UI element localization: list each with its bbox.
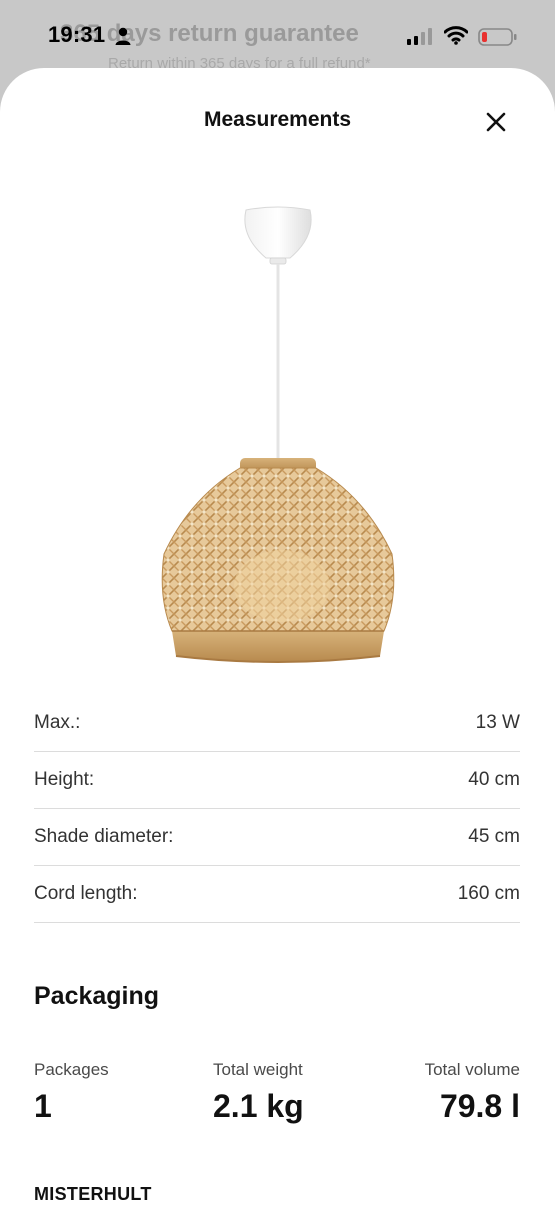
packages-label: Packages [34, 1060, 109, 1079]
spec-value: 40 cm [468, 769, 520, 790]
packages-count: Packages 1 [34, 1060, 109, 1125]
total-volume: Total volume 79.8 l [425, 1060, 520, 1125]
wifi-icon [444, 26, 468, 45]
spec-label: Height: [34, 769, 95, 790]
total-weight: Total weight 2.1 kg [213, 1060, 304, 1125]
spec-label: Cord length: [34, 883, 138, 904]
total-volume-label: Total volume [424, 1060, 520, 1079]
spec-row-cord-length: Cord length: 160 cm [34, 866, 520, 923]
spec-label: Shade diameter: [34, 826, 174, 847]
measurements-sheet: Measurements Max.: 13 W Height: 40 cm Sh… [0, 68, 555, 1208]
sheet-title: Measurements [203, 108, 352, 131]
spec-row-height: Height: 40 cm [34, 752, 520, 809]
spec-value: 45 cm [468, 826, 520, 847]
close-button[interactable] [478, 106, 514, 138]
person-icon [115, 27, 131, 45]
total-volume-value: 79.8 l [439, 1088, 520, 1124]
total-weight-label: Total weight [213, 1060, 303, 1079]
spec-value: 160 cm [457, 883, 520, 904]
packaging-heading: Packaging [34, 982, 160, 1010]
packages-value: 1 [34, 1088, 52, 1124]
cellular-signal-icon [407, 28, 432, 45]
pendant-lamp-image [161, 206, 395, 663]
battery-icon [478, 28, 517, 46]
spec-row-max-wattage: Max.: 13 W [34, 695, 520, 752]
status-bar: 19:31 [0, 0, 555, 70]
spec-row-shade-diameter: Shade diameter: 45 cm [34, 809, 520, 866]
measurements-list: Max.: 13 W Height: 40 cm Shade diameter:… [34, 695, 520, 923]
close-icon [486, 112, 506, 132]
status-time: 19:31 [48, 22, 106, 47]
total-weight-value: 2.1 kg [213, 1088, 304, 1124]
spec-label: Max.: [34, 712, 81, 733]
spec-value: 13 W [475, 712, 520, 733]
next-section-label: MISTERHULT [34, 1184, 152, 1204]
